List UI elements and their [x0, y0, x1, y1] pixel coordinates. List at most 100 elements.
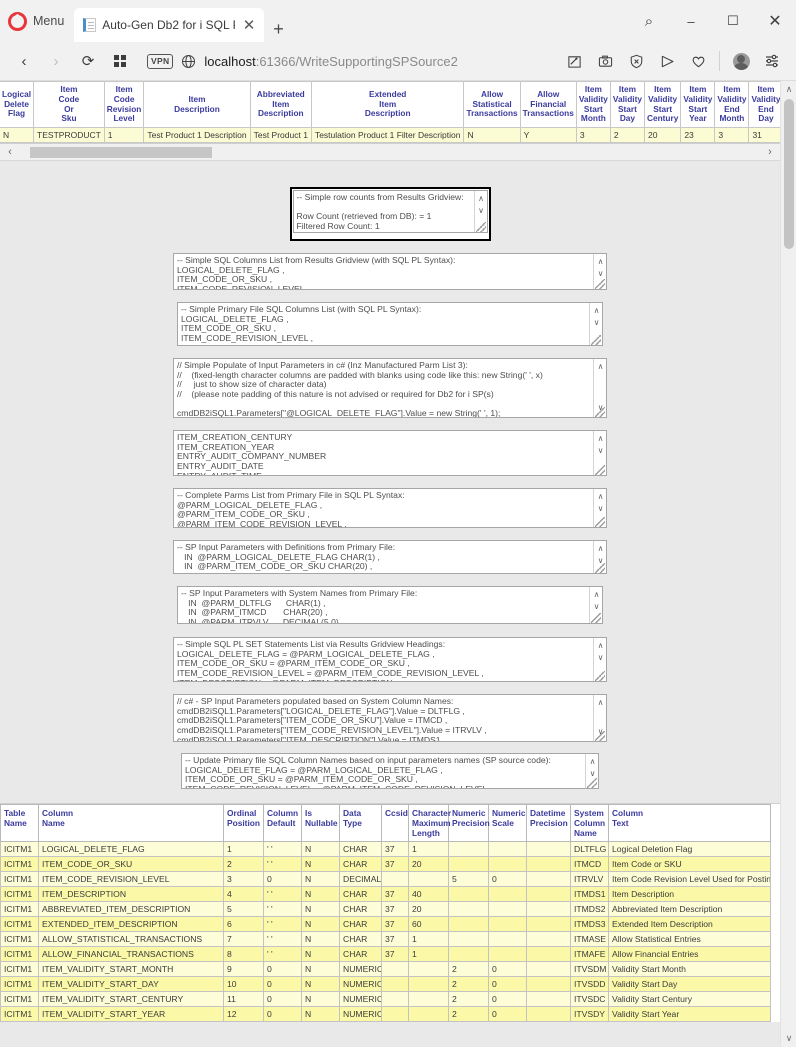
column-metadata-header-cell[interactable]: Character Maximum Length [408, 804, 451, 843]
results-gridview-header-cell[interactable]: Item Validity Start Day [609, 81, 645, 129]
results-gridview-header-cell[interactable]: Allow Statistical Transactions [463, 81, 521, 129]
snapshot-icon[interactable] [590, 46, 620, 76]
table-cell [408, 961, 449, 978]
results-gridview-header-cell[interactable]: Item Validity Start Month [575, 81, 611, 129]
results-gridview-header-cell[interactable]: Abbreviated Item Description [249, 81, 312, 129]
scroll-right-icon[interactable]: › [760, 146, 780, 158]
table-row[interactable]: ICITM1 ITEM_VALIDITY_START_MONTH 9 0 N NUMERI… [0, 961, 771, 978]
results-gridview-header-cell[interactable]: Item Validity End Month [714, 81, 750, 129]
reload-icon[interactable]: ⟳ [73, 46, 103, 76]
maximize-button[interactable]: ☐ [712, 0, 754, 42]
ad-blocker-icon[interactable] [621, 46, 651, 76]
favorites-icon[interactable] [683, 46, 713, 76]
table-row[interactable]: ICITM1 LOGICAL_DELETE_FLAG 1 ' ' N CHAR 37 1 DLT… [0, 841, 771, 858]
column-metadata-header-cell[interactable]: Column Name [38, 804, 224, 843]
results-gridview-header-cell[interactable]: Item Code Revision Level [103, 81, 145, 129]
table-cell [381, 871, 409, 888]
row-counts-textarea[interactable] [292, 190, 488, 234]
table-cell: 2 [448, 961, 489, 978]
column-metadata-header-cell[interactable]: Datetime Precision [526, 804, 571, 843]
sql-cols-gridview-textarea[interactable] [173, 253, 607, 291]
column-metadata-header-cell[interactable]: Column Default [263, 804, 302, 843]
column-metadata-header-cell[interactable]: Numeric Precision [448, 804, 490, 843]
column-metadata-header-cell[interactable]: System Column Name [570, 804, 609, 843]
set-statements-textarea[interactable] [173, 637, 607, 683]
scroll-left-icon[interactable]: ‹ [0, 146, 20, 158]
table-row[interactable]: ICITM1 ALLOW_FINANCIAL_TRANSACTIONS 8 ' ' N C… [0, 946, 771, 963]
sp-input-system-names-textarea[interactable] [177, 586, 603, 625]
column-metadata-header-cell[interactable]: Is Nullable [301, 804, 340, 843]
window-close-button[interactable]: ✕ [754, 0, 796, 42]
search-icon[interactable]: ⌕ [628, 0, 670, 42]
profile-avatar[interactable] [726, 46, 756, 76]
table-row[interactable]: ICITM1 ITEM_DESCRIPTION 4 ' ' N CHAR 37 40 ITMDS… [0, 886, 771, 903]
results-gridview-header-cell[interactable]: Extended Item Description [310, 81, 465, 129]
set-statements-shell: ∧ ∨ [173, 637, 607, 683]
page-viewport: ∧ ∨ Logical Delete Flag Item Code Or Sku Item Co… [0, 81, 796, 1047]
sp-input-definitions-textarea[interactable] [173, 540, 607, 575]
back-icon[interactable]: ‹ [9, 46, 39, 76]
column-names-textarea[interactable] [173, 430, 607, 477]
page-scrollbar[interactable]: ∧ ∨ [780, 81, 796, 1047]
table-cell: ALLOW_FINANCIAL_TRANSACTIONS [38, 946, 224, 963]
camera-icon [598, 55, 612, 67]
browser-tab[interactable]: Auto-Gen Db2 for i SQL PL ✕ [74, 8, 265, 42]
results-gridview-hscrollbar[interactable]: ‹ › [0, 144, 780, 162]
browser-toolbar: ‹ › ⟳ VPN localhost:61366/WriteSupportin… [0, 42, 796, 81]
opera-menu-button[interactable]: Menu [0, 0, 74, 42]
update-primary-textarea[interactable] [181, 753, 599, 790]
complete-parms-shell: ∧ ∨ [173, 488, 607, 529]
scroll-up-icon[interactable]: ∧ [781, 81, 796, 98]
new-tab-button[interactable]: + [264, 20, 293, 42]
sql-cols-primary-textarea[interactable] [177, 302, 603, 347]
table-cell: ALLOW_STATISTICAL_TRANSACTIONS [38, 931, 224, 948]
table-row[interactable]: ICITM1 ABBREVIATED_ITEM_DESCRIPTION 5 ' ' N C… [0, 901, 771, 918]
table-cell [448, 931, 489, 948]
results-gridview-header-cell[interactable]: Item Code Or Sku [33, 81, 105, 129]
results-gridview-body: N TESTPRODUCT 1 Test Product 1 Description T… [0, 127, 780, 144]
results-gridview-header-cell[interactable]: Item Description [143, 81, 251, 129]
table-row[interactable]: ICITM1 ITEM_VALIDITY_START_DAY 10 0 N NUMERIC… [0, 976, 771, 993]
results-gridview-header-cell[interactable]: Allow Financial Transactions [519, 81, 577, 129]
table-cell: 4 [223, 886, 264, 903]
column-metadata-header-cell[interactable]: Data Type [339, 804, 382, 843]
table-cell: 0 [263, 871, 302, 888]
results-gridview-header-cell[interactable]: Item Validity Start Century [643, 81, 682, 129]
column-metadata-header-cell[interactable]: Column Text [608, 804, 771, 843]
forward-icon[interactable]: › [41, 46, 71, 76]
table-cell [381, 991, 409, 1008]
close-icon[interactable]: ✕ [241, 18, 258, 33]
messenger-icon[interactable] [652, 46, 682, 76]
column-metadata-header-cell[interactable]: Numeric Scale [488, 804, 527, 843]
table-row[interactable]: ICITM1 ALLOW_STATISTICAL_TRANSACTIONS 7 ' '… [0, 931, 771, 948]
minimize-button[interactable]: – [670, 0, 712, 42]
vpn-badge[interactable]: VPN [147, 53, 174, 69]
table-cell [408, 991, 449, 1008]
results-gridview-row[interactable]: N TESTPRODUCT 1 Test Product 1 Description T… [0, 127, 780, 144]
address-bar[interactable]: VPN localhost:61366/WriteSupportingSPSou… [141, 46, 557, 76]
sql-cols-primary-block: ∧ ∨ [0, 302, 780, 347]
column-metadata-header-cell[interactable]: Ordinal Position [223, 804, 264, 843]
column-metadata-header-cell[interactable]: Ccsid [381, 804, 409, 843]
speed-dial-icon[interactable] [105, 46, 135, 76]
pin-note-icon[interactable] [559, 46, 589, 76]
results-gridview-header-cell[interactable]: Item Validity End Day [748, 81, 780, 129]
csharp-system-names-textarea[interactable] [173, 694, 607, 743]
hscroll-thumb[interactable] [30, 147, 212, 159]
results-gridview-cell: 3 [714, 127, 750, 144]
complete-parms-textarea[interactable] [173, 488, 607, 529]
results-gridview-header-cell[interactable]: Item Validity Start Year [680, 81, 716, 129]
table-row[interactable]: ICITM1 EXTENDED_ITEM_DESCRIPTION 6 ' ' N CHAR… [0, 916, 771, 933]
scroll-thumb[interactable] [784, 99, 794, 249]
populate-parms-textarea[interactable] [173, 358, 607, 419]
column-metadata-header-cell[interactable]: Table Name [0, 804, 39, 843]
table-cell: N [301, 946, 340, 963]
table-cell [488, 931, 527, 948]
results-gridview-header-cell[interactable]: Logical Delete Flag [0, 81, 35, 129]
table-row[interactable]: ICITM1 ITEM_CODE_OR_SKU 2 ' ' N CHAR 37 20 ITMCD… [0, 856, 771, 873]
easy-setup-icon[interactable] [757, 46, 787, 76]
scroll-down-icon[interactable]: ∨ [781, 1030, 796, 1047]
table-row[interactable]: ICITM1 ITEM_VALIDITY_START_YEAR 12 0 N NUMERI… [0, 1006, 771, 1023]
table-row[interactable]: ICITM1 ITEM_VALIDITY_START_CENTURY 11 0 N NUM… [0, 991, 771, 1008]
table-row[interactable]: ICITM1 ITEM_CODE_REVISION_LEVEL 3 0 N DECIMAL… [0, 871, 771, 888]
